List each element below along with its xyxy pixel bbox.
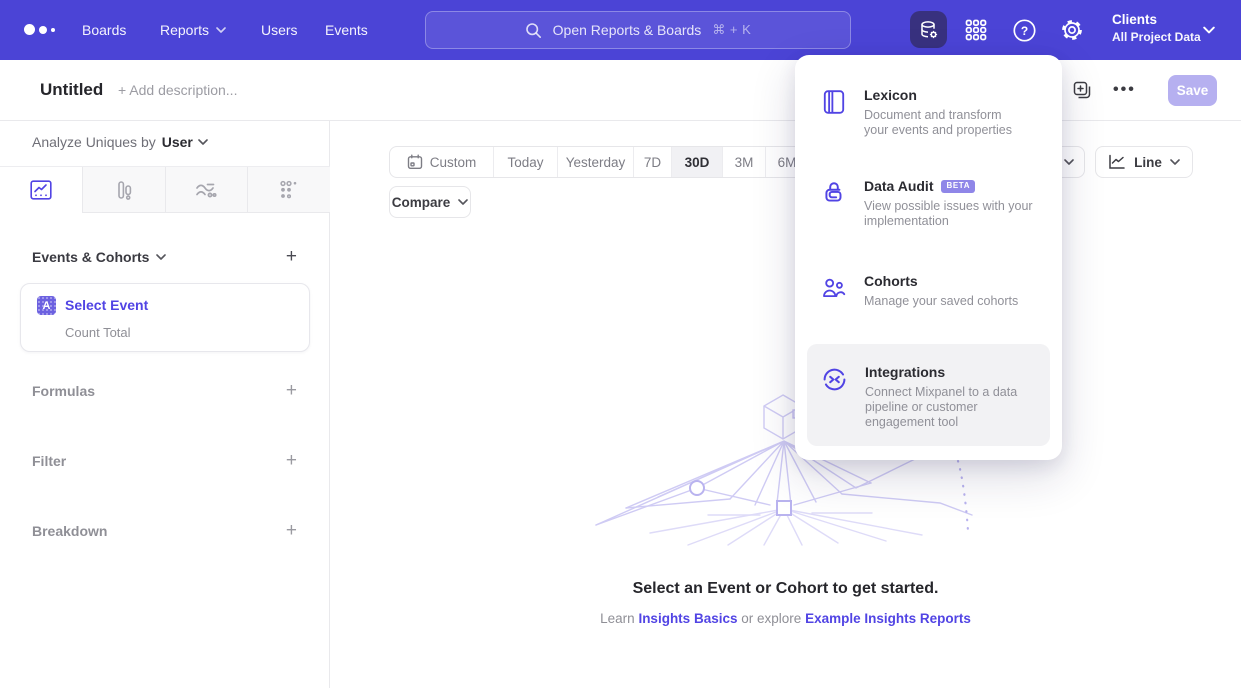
- date-range-today[interactable]: Today: [493, 147, 557, 177]
- data-management-menu: Lexicon Document and transform your even…: [795, 55, 1062, 460]
- more-options-icon[interactable]: •••: [1113, 60, 1136, 120]
- analyze-label: Analyze Uniques by: [32, 134, 156, 150]
- analyze-value-dropdown[interactable]: User: [162, 134, 208, 150]
- chevron-down-icon: [1203, 26, 1215, 34]
- gear-icon: [1059, 17, 1085, 43]
- count-total-dropdown[interactable]: Count Total: [65, 325, 131, 340]
- top-navbar: Boards Reports Users Events Open Reports…: [0, 0, 1241, 60]
- report-description-input[interactable]: + Add description...: [118, 60, 237, 120]
- insights-basics-link[interactable]: Insights Basics: [638, 611, 737, 626]
- svg-text:?: ?: [1020, 24, 1027, 38]
- bar-chart-icon: [113, 179, 135, 201]
- analyze-uniques-row: Analyze Uniques by User: [32, 134, 208, 150]
- line-chart-icon: [30, 180, 52, 200]
- formulas-section: Formulas +: [32, 381, 297, 400]
- events-cohorts-toggle[interactable]: Events & Cohorts: [32, 249, 166, 265]
- compare-button[interactable]: Compare: [389, 186, 471, 218]
- filter-label: Filter: [32, 453, 66, 469]
- search-bar[interactable]: Open Reports & Boards ⌘ + K: [425, 11, 851, 49]
- grid-icon: [964, 18, 988, 42]
- chevron-down-icon: [156, 254, 166, 260]
- events-cohorts-header: Events & Cohorts +: [32, 247, 297, 266]
- chevron-down-icon: [1064, 159, 1074, 165]
- date-range-3m[interactable]: 3M: [722, 147, 765, 177]
- metrics-grid-icon: [278, 179, 300, 201]
- nav-item-boards[interactable]: Boards: [82, 0, 126, 60]
- chevron-down-icon: [198, 139, 208, 145]
- add-breakdown-button[interactable]: +: [286, 521, 297, 540]
- data-management-icon[interactable]: [910, 11, 947, 48]
- breakdown-label: Breakdown: [32, 523, 107, 539]
- add-event-button[interactable]: +: [286, 247, 297, 266]
- example-insights-reports-link[interactable]: Example Insights Reports: [805, 611, 971, 626]
- date-range-custom[interactable]: Custom: [390, 147, 493, 177]
- copy-plus-icon: [1072, 80, 1093, 101]
- date-range-yesterday[interactable]: Yesterday: [557, 147, 633, 177]
- calendar-icon: [407, 154, 423, 170]
- date-range-7d[interactable]: 7D: [633, 147, 671, 177]
- select-event-label[interactable]: Select Event: [65, 297, 148, 313]
- beta-badge: BETA: [941, 180, 975, 193]
- chevron-down-icon: [458, 199, 468, 205]
- formulas-label: Formulas: [32, 383, 95, 399]
- menu-item-lexicon[interactable]: Lexicon Document and transform your even…: [821, 87, 1045, 138]
- settings-gear-icon[interactable]: [1058, 16, 1086, 44]
- question-circle-icon: ?: [1012, 18, 1037, 43]
- chevron-down-icon: [216, 27, 226, 33]
- date-range-30d[interactable]: 30D: [671, 147, 722, 177]
- tab-bar-chart[interactable]: [82, 167, 165, 213]
- menu-item-data-audit[interactable]: Data Audit BETA View possible issues wit…: [821, 178, 1045, 229]
- nav-item-reports[interactable]: Reports: [160, 0, 226, 60]
- menu-item-cohorts[interactable]: Cohorts Manage your saved cohorts: [821, 273, 1045, 309]
- flow-chart-icon: [194, 179, 218, 201]
- database-gear-icon: [918, 19, 940, 41]
- empty-state-title: Select an Event or Cohort to get started…: [330, 580, 1241, 598]
- search-icon: [525, 22, 542, 39]
- lexicon-book-icon: [821, 87, 847, 138]
- chevron-down-icon: [1170, 159, 1180, 165]
- integrations-sync-icon: [821, 364, 848, 430]
- search-placeholder: Open Reports & Boards: [553, 22, 702, 38]
- query-sidebar: Analyze Uniques by User: [0, 121, 330, 688]
- tab-metrics-grid[interactable]: [247, 167, 330, 213]
- learn-prefix: Learn: [600, 611, 635, 626]
- help-icon[interactable]: ?: [1010, 16, 1038, 44]
- add-formula-button[interactable]: +: [286, 381, 297, 400]
- cohorts-users-icon: [821, 273, 847, 309]
- date-range-control: Custom Today Yesterday 7D 30D 3M 6M: [389, 146, 809, 178]
- menu-item-integrations[interactable]: Integrations Connect Mixpanel to a data …: [821, 364, 1045, 430]
- report-title[interactable]: Untitled: [40, 60, 103, 120]
- empty-state-links: Learn Insights Basics or explore Example…: [330, 611, 1241, 626]
- project-name: All Project Data: [1112, 29, 1201, 45]
- tab-flow-chart[interactable]: [165, 167, 248, 213]
- chart-type-tabs: [0, 166, 330, 213]
- or-explore-text: or explore: [741, 611, 801, 626]
- event-card[interactable]: A Select Event Count Total: [20, 283, 310, 352]
- apps-grid-icon[interactable]: [962, 16, 990, 44]
- nav-item-events[interactable]: Events: [325, 0, 368, 60]
- event-series-badge: A: [37, 296, 56, 315]
- project-switcher[interactable]: Clients All Project Data: [1112, 11, 1201, 45]
- save-button[interactable]: Save: [1168, 75, 1217, 106]
- search-shortcut: ⌘ + K: [712, 22, 751, 38]
- breakdown-section: Breakdown +: [32, 521, 297, 540]
- chart-type-dropdown[interactable]: Line: [1095, 146, 1193, 178]
- nav-item-users[interactable]: Users: [261, 0, 298, 60]
- duplicate-icon[interactable]: [1072, 60, 1093, 120]
- add-filter-button[interactable]: +: [286, 451, 297, 470]
- filter-section: Filter +: [32, 451, 297, 470]
- org-name: Clients: [1112, 11, 1201, 29]
- line-chart-icon: [1108, 154, 1126, 170]
- tab-line-chart[interactable]: [0, 167, 82, 213]
- data-audit-icon: [821, 178, 847, 229]
- mixpanel-logo[interactable]: [24, 24, 55, 35]
- chart-area: Custom Today Yesterday 7D 30D 3M 6M Comp…: [330, 121, 1241, 688]
